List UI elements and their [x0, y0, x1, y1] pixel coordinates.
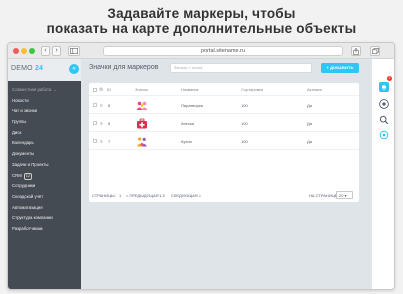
- prev-page-link[interactable]: < ПРЕДЫДУЩАЯ: [126, 193, 159, 198]
- sidebar-item-label: Новости: [12, 97, 29, 103]
- sidebar-item-label: Календарь: [12, 140, 34, 146]
- cell-name: Кухня: [181, 139, 192, 144]
- grid-header: ⚙ ID Значок Название Сортировка Активен: [89, 83, 359, 96]
- sidebar-item[interactable]: Структура компании: [8, 213, 81, 224]
- page-number[interactable]: 1: [119, 193, 121, 198]
- logo[interactable]: DEMO 24: [11, 65, 43, 72]
- column-header-sort[interactable]: Сортировка: [241, 87, 263, 92]
- row-menu-icon[interactable]: ≡: [100, 121, 103, 127]
- chat-icon[interactable]: [379, 96, 389, 109]
- sidebar-item-label: CRM: [12, 172, 22, 178]
- tabs-icon[interactable]: [370, 46, 380, 56]
- gear-icon[interactable]: ⚙: [99, 87, 103, 93]
- page-title: Значки для маркеров: [89, 64, 159, 71]
- per-page-label: НА СТРАНИЦЕ:: [309, 193, 339, 198]
- settings-icon[interactable]: [379, 127, 389, 140]
- cell-active: Да: [307, 121, 312, 126]
- logo-text: DEMO: [11, 65, 33, 72]
- cell-id: 7: [108, 139, 111, 144]
- table-row[interactable]: ≡ 6 Аптека 100 Да: [89, 114, 359, 132]
- count-badge: 12: [23, 172, 33, 180]
- sidebar-item-label: Сотрудники: [12, 183, 36, 189]
- sidebar-item-label: Автоматизация: [12, 204, 43, 210]
- table-row[interactable]: ≡ 7 Кухня 100 Да: [89, 132, 359, 150]
- main-workarea: Значки для маркеров Фильтр + поиск + ДОБ…: [81, 59, 371, 289]
- sidebar-header: DEMO 24 «: [8, 59, 81, 81]
- browser-window: ‹ › portal.sitename.ru DEMO 24 « Совмест…: [7, 42, 395, 290]
- cell-name: Пиратворка: [181, 103, 203, 108]
- cooking-icon: [136, 135, 148, 153]
- sidebar-item-label: Документы: [12, 151, 35, 157]
- select-all-checkbox[interactable]: [93, 87, 97, 92]
- double-chevron-left-icon[interactable]: «: [69, 64, 79, 74]
- sidebar-item-label: Совместная работа →: [12, 87, 57, 92]
- pages-label: СТРАНИЦЫ:: [92, 193, 116, 198]
- maximize-window-button[interactable]: [29, 47, 35, 54]
- chevron-left-icon[interactable]: ‹: [41, 46, 50, 56]
- sidebar-item[interactable]: CRM 12: [8, 171, 81, 182]
- row-checkbox[interactable]: [93, 121, 97, 125]
- chevron-down-icon: ▾: [344, 193, 347, 198]
- sidebar-item[interactable]: Новости: [8, 96, 81, 107]
- url-bar[interactable]: portal.sitename.ru: [103, 46, 343, 56]
- sidebar-item[interactable]: Сотрудники: [8, 181, 81, 192]
- add-button[interactable]: + ДОБАВИТЬ: [321, 63, 359, 73]
- cell-id: 8: [108, 103, 111, 108]
- sidebar-item-label: Чат и звонки: [12, 108, 38, 114]
- row-menu-icon[interactable]: ≡: [100, 139, 103, 145]
- right-toolbar: 2: [371, 59, 394, 289]
- markers-grid: ⚙ ID Значок Название Сортировка Активен …: [89, 83, 359, 202]
- column-header-name[interactable]: Название: [181, 87, 199, 92]
- column-header-icon[interactable]: Значок: [135, 87, 148, 92]
- sidebar-menu: Совместная работа → Новости Чат и звонки Гр…: [8, 85, 81, 235]
- per-page-select[interactable]: 20 ▾: [336, 191, 353, 199]
- headline-line-1: Задавайте маркеры, чтобы: [107, 6, 296, 21]
- sidebar-item[interactable]: Документы: [8, 149, 81, 160]
- table-row[interactable]: ≡ 8 Пиратворка 100 Да: [89, 96, 359, 114]
- sidebar-item-label: Разработчикам: [12, 225, 43, 231]
- sidebar-item[interactable]: Задачи и Проекты: [8, 160, 81, 171]
- sidebar-item[interactable]: Автоматизация: [8, 203, 81, 214]
- sidebar-item[interactable]: Совместная работа →: [8, 85, 81, 96]
- cell-sort: 100: [241, 139, 248, 144]
- cell-sort: 100: [241, 103, 248, 108]
- row-checkbox[interactable]: [93, 139, 97, 143]
- sidebar-item[interactable]: Складской учёт: [8, 192, 81, 203]
- chevron-right-icon[interactable]: ›: [52, 46, 61, 56]
- current-range: 1-3: [159, 193, 165, 198]
- logo-number: 24: [34, 65, 44, 72]
- minimize-window-button[interactable]: [21, 47, 27, 54]
- cell-active: Да: [307, 103, 312, 108]
- search-input[interactable]: Фильтр + поиск: [170, 63, 312, 73]
- grid-footer: СТРАНИЦЫ: 1 < ПРЕДЫДУЩАЯ 1-3 СЛЕДУЮЩАЯ >…: [89, 188, 359, 202]
- sidebar-item-label: Задачи и Проекты: [12, 161, 49, 167]
- sidebar-item[interactable]: Календарь: [8, 138, 81, 149]
- sidebar-item-label: Группы: [12, 119, 27, 125]
- cell-id: 6: [108, 121, 111, 126]
- sidebar-item-label: Складской учёт: [12, 193, 44, 199]
- column-header-id[interactable]: ID: [107, 87, 111, 92]
- share-icon[interactable]: [351, 46, 361, 56]
- sidebar-icon[interactable]: [68, 46, 80, 56]
- sidebar-item[interactable]: Группы: [8, 117, 81, 128]
- close-window-button[interactable]: [13, 47, 19, 54]
- next-page-link[interactable]: СЛЕДУЮЩАЯ >: [171, 193, 201, 198]
- sidebar-item-label: Структура компании: [12, 215, 53, 221]
- sidebar-item[interactable]: Разработчикам: [8, 224, 81, 235]
- sidebar-item[interactable]: Чат и звонки: [8, 106, 81, 117]
- cell-sort: 100: [241, 121, 248, 126]
- cell-name: Аптека: [181, 121, 194, 126]
- sidebar-item-label: Диск: [12, 129, 22, 135]
- sidebar-item[interactable]: Диск: [8, 128, 81, 139]
- cell-active: Да: [307, 139, 312, 144]
- row-checkbox[interactable]: [93, 103, 97, 107]
- search-icon[interactable]: [379, 112, 389, 125]
- browser-titlebar: ‹ › portal.sitename.ru: [8, 43, 394, 59]
- headline-line-2: показать на карте дополнительные объекты: [46, 21, 357, 36]
- row-menu-icon[interactable]: ≡: [100, 103, 103, 109]
- notification-badge: 2: [387, 76, 392, 81]
- column-header-active[interactable]: Активен: [307, 87, 322, 92]
- left-sidebar: DEMO 24 « Совместная работа → Новости Чат …: [8, 59, 81, 289]
- per-page-value: 20: [339, 193, 344, 198]
